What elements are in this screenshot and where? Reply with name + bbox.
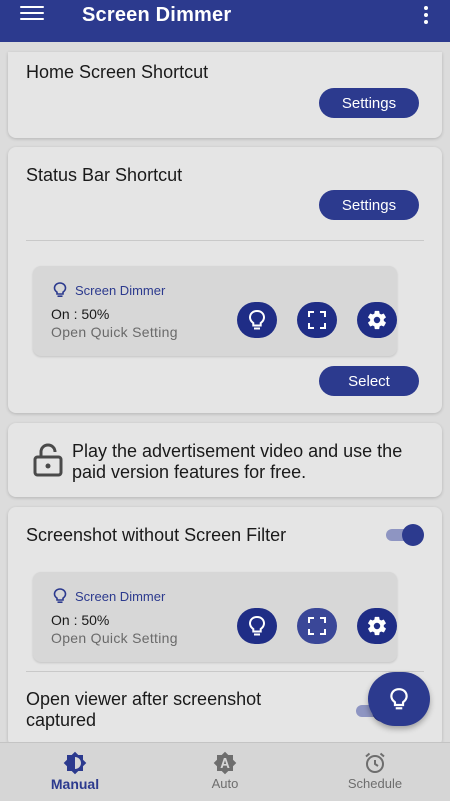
- divider: [26, 671, 424, 672]
- quick-setting-preview: Screen Dimmer On : 50% Open Quick Settin…: [33, 572, 397, 662]
- app-bar: Screen Dimmer: [0, 0, 450, 42]
- gear-icon: [368, 616, 386, 636]
- fullscreen-button[interactable]: [297, 608, 337, 644]
- settings-button[interactable]: [357, 302, 397, 338]
- bulb-icon: [248, 615, 266, 636]
- bulb-fab[interactable]: [368, 672, 430, 726]
- quick-setting-status: On : 50%: [51, 306, 110, 322]
- status-shortcut-card: Status Bar Shortcut Settings Screen Dimm…: [8, 147, 442, 413]
- bottom-nav: Manual Auto Schedule: [0, 742, 450, 801]
- alarm-icon: [365, 752, 385, 773]
- quick-setting-subtitle: Open Quick Setting: [51, 324, 178, 340]
- fullscreen-icon: [308, 617, 326, 635]
- bulb-button[interactable]: [237, 302, 277, 338]
- bulb-icon: [248, 309, 266, 330]
- quick-setting-preview: Screen Dimmer On : 50% Open Quick Settin…: [33, 266, 397, 356]
- ad-card[interactable]: Play the advertisement video and use the…: [8, 423, 442, 497]
- app-title: Screen Dimmer: [82, 4, 232, 26]
- nav-auto[interactable]: Auto: [150, 743, 300, 801]
- ad-text: Play the advertisement video and use the…: [72, 441, 403, 482]
- nav-manual[interactable]: Manual: [0, 743, 150, 801]
- open-viewer-title: Open viewer after screenshot captured: [26, 689, 262, 730]
- status-shortcut-title: Status Bar Shortcut: [26, 165, 183, 185]
- nav-label: Schedule: [347, 776, 403, 791]
- screenshot-filter-toggle[interactable]: [386, 524, 424, 546]
- quick-setting-app-name: Screen Dimmer: [75, 282, 166, 298]
- hamburger-icon[interactable]: [20, 6, 44, 22]
- brightness-icon: [63, 751, 87, 775]
- home-shortcut-title: Home Screen Shortcut: [26, 62, 209, 82]
- auto-brightness-icon: [213, 751, 237, 775]
- select-button[interactable]: Select: [319, 366, 419, 396]
- nav-label: Auto: [211, 776, 239, 791]
- quick-setting-subtitle: Open Quick Setting: [51, 630, 178, 646]
- more-vert-icon[interactable]: [424, 6, 430, 26]
- home-shortcut-settings-button[interactable]: Settings: [319, 88, 419, 118]
- settings-button[interactable]: [357, 608, 397, 644]
- nav-schedule[interactable]: Schedule: [300, 743, 450, 801]
- quick-setting-status: On : 50%: [51, 612, 110, 628]
- bulb-icon: [390, 688, 408, 710]
- bulb-icon: [53, 588, 67, 603]
- bulb-button[interactable]: [237, 608, 277, 644]
- nav-label: Manual: [50, 776, 100, 792]
- divider: [26, 240, 424, 241]
- screenshot-filter-title: Screenshot without Screen Filter: [26, 525, 287, 545]
- fullscreen-button[interactable]: [297, 302, 337, 338]
- home-shortcut-card: Home Screen Shortcut Settings: [8, 52, 442, 138]
- gear-icon: [368, 310, 386, 330]
- bulb-icon: [53, 282, 67, 297]
- status-shortcut-settings-button[interactable]: Settings: [319, 190, 419, 220]
- lock-icon: [33, 443, 63, 477]
- fullscreen-icon: [308, 311, 326, 329]
- quick-setting-app-name: Screen Dimmer: [75, 588, 166, 604]
